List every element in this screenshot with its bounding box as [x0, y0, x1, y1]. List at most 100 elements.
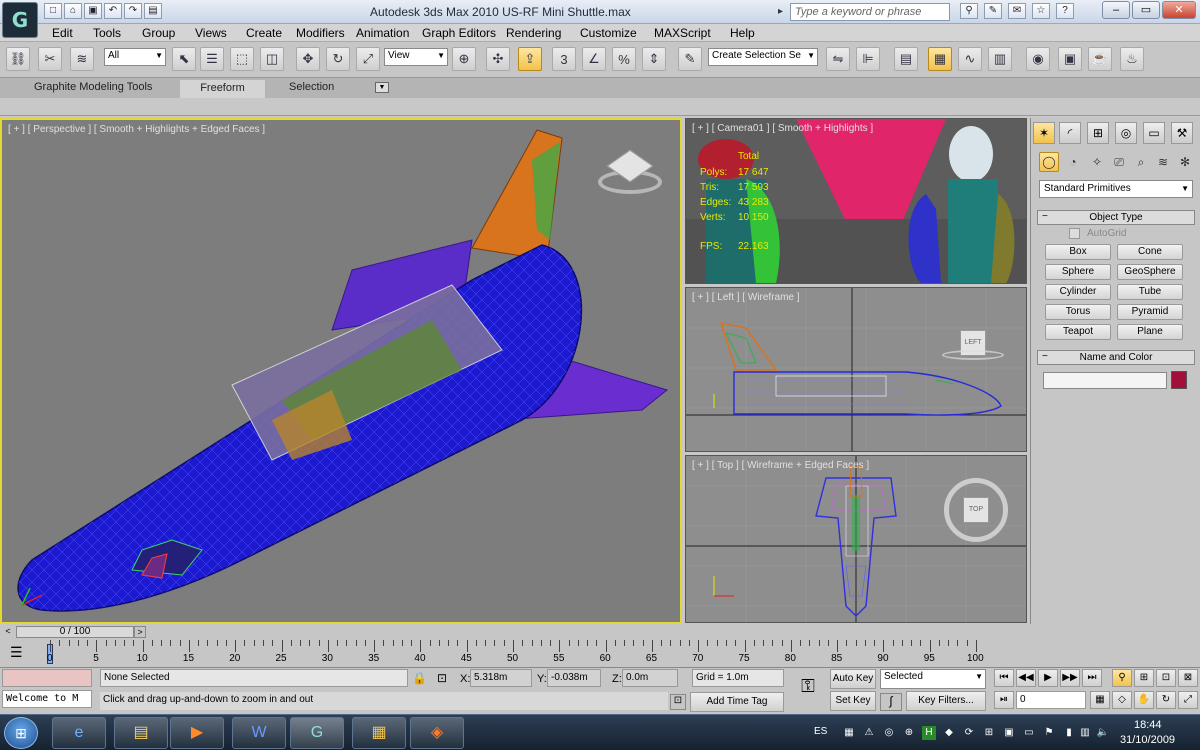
next-frame-icon[interactable]: ▶▶: [1060, 669, 1080, 687]
cylinder-button[interactable]: Cylinder: [1045, 284, 1111, 300]
rectangular-selection-icon[interactable]: ⬚: [230, 47, 254, 71]
utilities-tab-icon[interactable]: ⚒: [1171, 122, 1193, 144]
select-and-rotate-icon[interactable]: ↻: [326, 47, 350, 71]
zoom-all-icon[interactable]: ⊞: [1134, 669, 1154, 687]
align-icon[interactable]: ⊫: [856, 47, 880, 71]
set-key-icon[interactable]: ⚿: [790, 676, 826, 706]
tray-windows-icon[interactable]: ⊞: [982, 726, 996, 740]
clock-time[interactable]: 18:44: [1134, 719, 1162, 731]
cone-button[interactable]: Cone: [1117, 244, 1183, 260]
reference-coordinate-dropdown[interactable]: View: [384, 48, 448, 66]
teapot-button[interactable]: Teapot: [1045, 324, 1111, 340]
select-by-name-icon[interactable]: ☰: [200, 47, 224, 71]
space-warps-category-icon[interactable]: ≋: [1153, 152, 1173, 172]
render-setup-icon[interactable]: ▣: [1058, 47, 1082, 71]
camera-viewport-label[interactable]: [ + ] [ Camera01 ] [ Smooth + Highlights…: [692, 123, 873, 134]
current-frame-field[interactable]: 0: [1016, 691, 1086, 709]
tray-keyboard-icon[interactable]: ▦: [842, 726, 856, 740]
absolute-mode-transform-icon[interactable]: ⊡: [437, 671, 447, 685]
word-icon[interactable]: W: [232, 717, 286, 749]
tray-update-icon[interactable]: ⟳: [962, 726, 976, 740]
play-icon[interactable]: ▶: [1038, 669, 1058, 687]
key-filters-button[interactable]: Key Filters...: [906, 691, 986, 711]
quick-render-icon[interactable]: ♨: [1120, 47, 1144, 71]
layer-manager-icon[interactable]: ▤: [894, 47, 918, 71]
search-input[interactable]: Type a keyword or phrase: [790, 3, 950, 21]
new-file-icon[interactable]: □: [44, 3, 62, 19]
zoom-extents-all-icon[interactable]: ⊠: [1178, 669, 1198, 687]
perspective-viewport[interactable]: [ + ] [ Perspective ] [ Smooth + Highlig…: [0, 118, 682, 624]
office-task-icon[interactable]: ◈: [410, 717, 464, 749]
favorites-star-icon[interactable]: ☆: [1032, 3, 1050, 19]
display-tab-icon[interactable]: ▭: [1143, 122, 1165, 144]
left-viewport-label[interactable]: [ + ] [ Left ] [ Wireframe ]: [692, 292, 800, 303]
time-tag-icon[interactable]: ⊡: [670, 694, 686, 710]
object-color-swatch[interactable]: [1171, 371, 1187, 389]
curve-editor-icon[interactable]: ∿: [958, 47, 982, 71]
search-expand-icon[interactable]: ▸: [778, 6, 783, 17]
tray-flag-icon[interactable]: ⚑: [1042, 726, 1056, 740]
menu-modifiers[interactable]: Modifiers: [296, 26, 345, 40]
selection-filter-dropdown[interactable]: All: [104, 48, 166, 66]
tray-power-icon[interactable]: ▮: [1062, 726, 1076, 740]
maxscript-mini-listener[interactable]: Welcome to M: [2, 690, 92, 708]
auto-key-button[interactable]: Auto Key: [830, 669, 876, 689]
create-tab-icon[interactable]: ✶: [1033, 122, 1055, 144]
default-in-out-tangent-icon[interactable]: ∫: [880, 693, 902, 711]
object-name-field[interactable]: [1043, 372, 1167, 389]
subscription-icon[interactable]: ✎: [984, 3, 1002, 19]
tab-selection[interactable]: Selection: [289, 81, 334, 93]
angle-snap-icon[interactable]: ∠: [582, 47, 606, 71]
left-viewport[interactable]: [ + ] [ Left ] [ Wireframe ] LEFT: [685, 287, 1027, 452]
calculator-icon[interactable]: ▦: [352, 717, 406, 749]
torus-button[interactable]: Torus: [1045, 304, 1111, 320]
close-button[interactable]: ✕: [1162, 1, 1196, 19]
y-coordinate-field[interactable]: -0.038m: [547, 669, 601, 687]
keyboard-shortcut-override-icon[interactable]: ⇪: [518, 47, 542, 71]
selection-lock-icon[interactable]: 🔒: [412, 671, 427, 685]
tray-h-icon[interactable]: H: [922, 726, 936, 740]
pan-view-icon[interactable]: ✋: [1134, 691, 1154, 709]
menu-tools[interactable]: Tools: [93, 26, 121, 40]
tray-network-bars-icon[interactable]: ▥: [1078, 726, 1092, 740]
track-bar[interactable]: ☰ 0 5 10 15 20 25 30 35 40 45 50 55 60 65 70 75 80 85 90 95…: [0, 640, 1200, 668]
rendered-frame-window-icon[interactable]: ☕: [1088, 47, 1112, 71]
viewcube-left-ring[interactable]: [942, 350, 1004, 360]
internet-explorer-icon[interactable]: e: [52, 717, 106, 749]
undo-icon[interactable]: ↶: [104, 3, 122, 19]
menu-create[interactable]: Create: [246, 26, 282, 40]
tray-device-icon[interactable]: ▣: [1002, 726, 1016, 740]
field-of-view-icon[interactable]: ◇: [1112, 691, 1132, 709]
named-selection-set-dropdown[interactable]: Create Selection Se: [708, 48, 818, 66]
edit-named-selection-icon[interactable]: ✎: [678, 47, 702, 71]
3ds-max-task-icon[interactable]: G: [290, 717, 344, 749]
tray-volume-icon[interactable]: 🔈: [1096, 726, 1110, 740]
material-editor-icon[interactable]: ◉: [1026, 47, 1050, 71]
menu-graph-editors[interactable]: Graph Editors: [422, 26, 496, 40]
maxscript-mini-listener-top[interactable]: [2, 669, 92, 687]
motion-tab-icon[interactable]: ◎: [1115, 122, 1137, 144]
snaps-toggle-icon[interactable]: 3: [552, 47, 576, 71]
plane-button[interactable]: Plane: [1117, 324, 1183, 340]
modify-tab-icon[interactable]: ◜: [1059, 122, 1081, 144]
viewcube-perspective[interactable]: [598, 149, 662, 194]
binoculars-icon[interactable]: ⚲: [960, 3, 978, 19]
menu-customize[interactable]: Customize: [580, 26, 637, 40]
z-coordinate-field[interactable]: 0.0m: [622, 669, 678, 687]
schematic-view-icon[interactable]: ▥: [988, 47, 1012, 71]
key-mode-dropdown[interactable]: Selected: [880, 669, 986, 689]
menu-help[interactable]: Help: [730, 26, 755, 40]
add-time-tag-button[interactable]: Add Time Tag: [690, 692, 784, 712]
box-button[interactable]: Box: [1045, 244, 1111, 260]
select-and-link-icon[interactable]: ⛓: [6, 47, 30, 71]
spinner-snap-icon[interactable]: ⇕: [642, 47, 666, 71]
open-file-icon[interactable]: ⌂: [64, 3, 82, 19]
menu-edit[interactable]: Edit: [52, 26, 73, 40]
tray-app-icon[interactable]: ⊕: [902, 726, 916, 740]
hierarchy-tab-icon[interactable]: ⊞: [1087, 122, 1109, 144]
autogrid-checkbox[interactable]: [1069, 228, 1080, 239]
maximize-viewport-toggle-icon[interactable]: ⤢: [1178, 691, 1198, 709]
mini-curve-editor-icon[interactable]: ☰: [10, 644, 30, 662]
time-configuration-icon[interactable]: ▦: [1090, 691, 1110, 709]
tab-graphite-modeling-tools[interactable]: Graphite Modeling Tools: [34, 81, 152, 93]
